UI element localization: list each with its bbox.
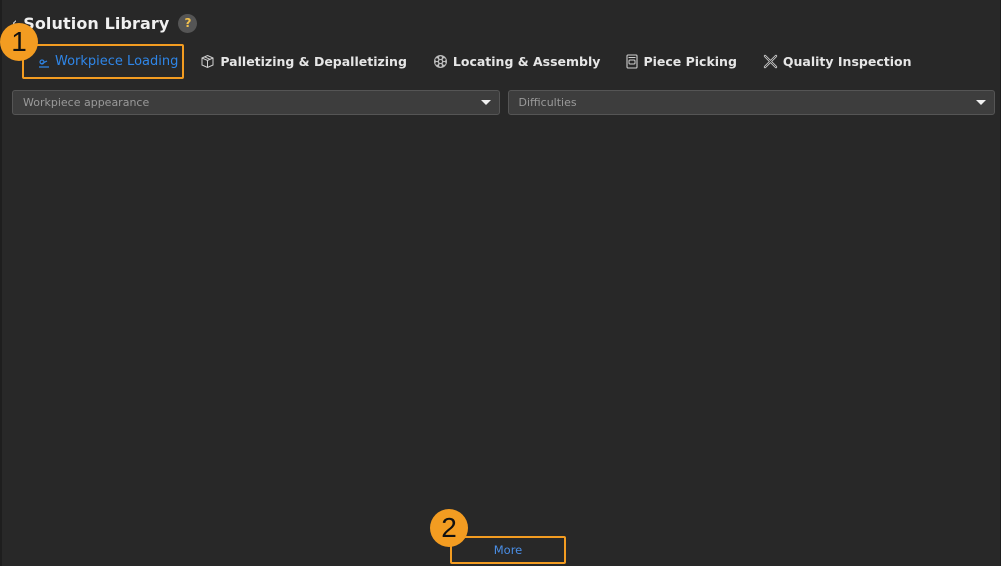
caret-down-icon [480, 100, 491, 105]
tab-label: Palletizing & Depalletizing [220, 54, 407, 69]
tab-label: Workpiece Loading [55, 54, 179, 69]
page-title: Solution Library [23, 13, 170, 33]
select-placeholder: Difficulties [518, 96, 577, 109]
gear-wheel-icon [433, 54, 448, 69]
select-placeholder: Workpiece appearance [23, 96, 150, 109]
tab-palletizing[interactable]: Palletizing & Depalletizing [194, 46, 413, 77]
filter-bar: Workpiece appearance Difficulties [12, 90, 995, 115]
tab-label: Piece Picking [643, 54, 737, 69]
tab-label: Quality Inspection [782, 54, 912, 69]
tools-icon [763, 54, 778, 69]
tab-label: Locating & Assembly [452, 54, 601, 69]
tab-workpiece-loading[interactable]: Workpiece Loading [22, 44, 185, 79]
tab-quality-inspection[interactable]: Quality Inspection [757, 46, 918, 77]
workpiece-loading-icon [38, 56, 50, 68]
caret-down-icon [976, 100, 986, 105]
tab-piece-picking[interactable]: Piece Picking [620, 46, 742, 77]
tab-locating-assembly[interactable]: Locating & Assembly [427, 46, 607, 77]
box-icon [200, 54, 215, 69]
help-icon[interactable]: ? [178, 13, 198, 33]
page-header: ‹ Solution Library ? [12, 10, 198, 36]
annotation-badge-2: 2 [430, 509, 468, 547]
annotation-badge-1: 1 [0, 23, 38, 61]
workpiece-appearance-select[interactable]: Workpiece appearance [12, 90, 500, 115]
difficulties-select[interactable]: Difficulties [507, 90, 995, 115]
bin-icon [626, 54, 638, 69]
solution-library-panel: ‹ Solution Library ? Workpiece Loading P… [2, 0, 1000, 566]
more-button[interactable]: More [450, 536, 566, 564]
category-tabs: Workpiece Loading Palletizing & Depallet… [22, 44, 931, 79]
